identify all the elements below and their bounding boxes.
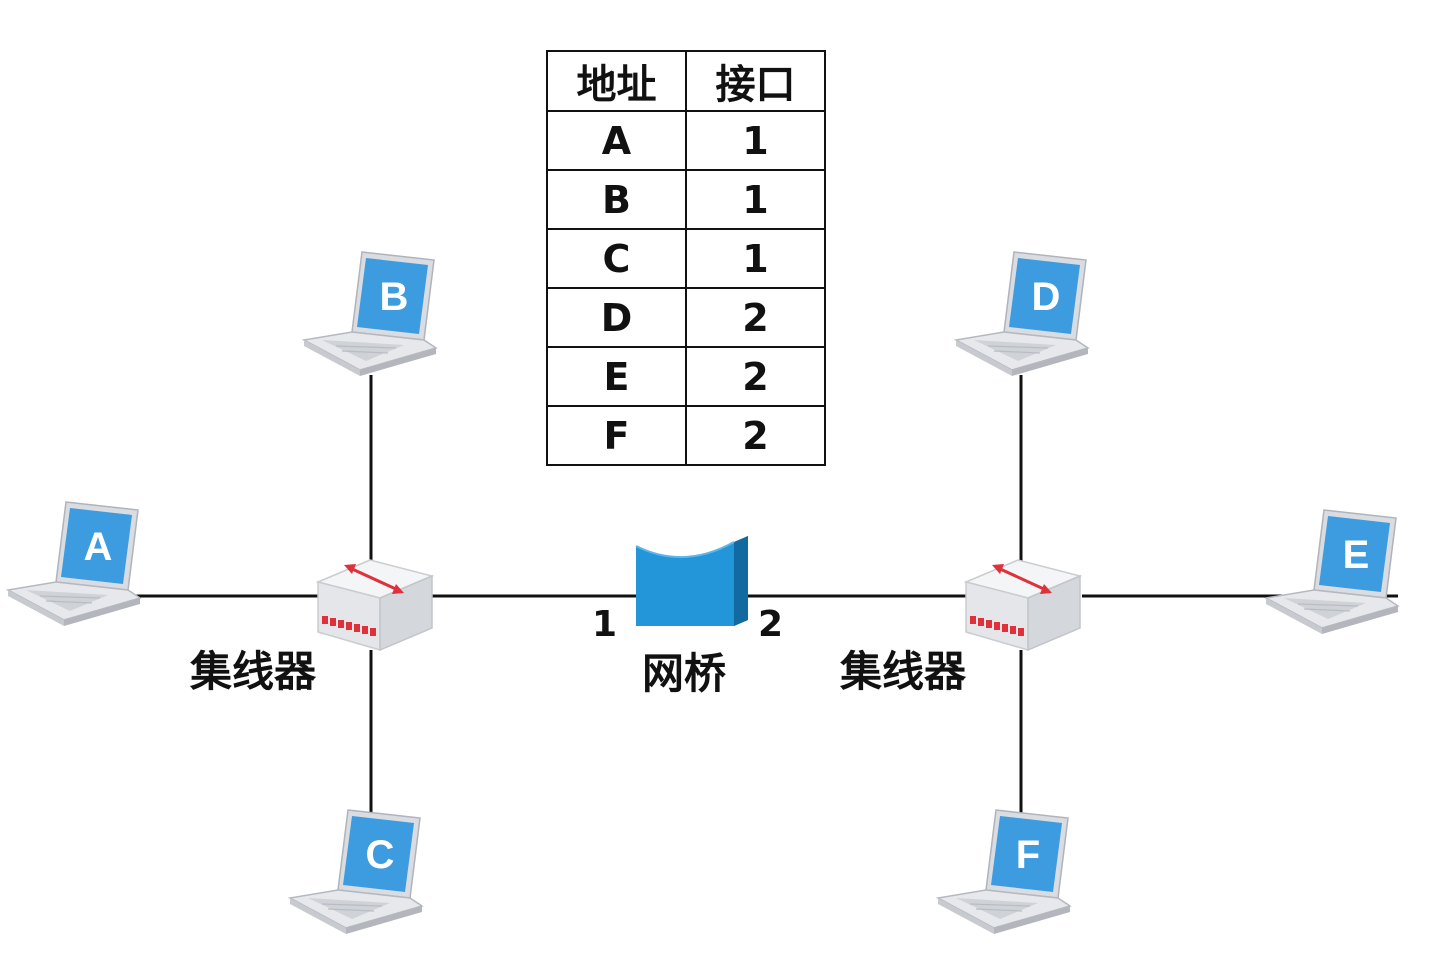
host-f: F (934, 806, 1074, 940)
host-e: E (1262, 506, 1402, 640)
host-label-e: E (1343, 533, 1370, 577)
laptop-icon: D (953, 251, 1090, 376)
bridge (630, 534, 754, 638)
network-diagram: 地址 接口 A 1 B 1 C 1 D 2 E 2 F 2 A B C D E … (0, 0, 1454, 962)
bridge-port-1-label: 1 (592, 604, 618, 645)
bridge-port-2-label: 2 (758, 604, 784, 645)
table-cell-address: E (546, 346, 687, 407)
table-cell-address: A (546, 110, 687, 171)
table-cell-address: F (546, 405, 687, 466)
table-header-interface: 接口 (685, 50, 826, 112)
table-header-address: 地址 (546, 50, 687, 112)
host-c: C (286, 806, 426, 940)
laptop-icon: E (1263, 509, 1400, 634)
table-cell-address: C (546, 228, 687, 289)
table-row: C 1 (546, 228, 826, 289)
laptop-icon: C (287, 809, 424, 934)
hub-icon (963, 559, 1083, 652)
table-cell-address: B (546, 169, 687, 230)
host-label-a: A (84, 525, 113, 569)
bridge-label: 网桥 (642, 649, 727, 698)
laptop-icon: F (935, 809, 1072, 934)
table-cell-interface: 2 (685, 346, 826, 407)
bridge-icon (635, 536, 748, 626)
table-row: A 1 (546, 110, 826, 171)
host-label-c: C (366, 833, 395, 877)
table-header-row: 地址 接口 (546, 50, 826, 112)
host-a: A (4, 498, 144, 632)
table-row: B 1 (546, 169, 826, 230)
host-label-d: D (1032, 275, 1061, 319)
table-cell-interface: 1 (685, 169, 826, 230)
laptop-icon: B (301, 251, 438, 376)
left-hub-label: 集线器 (190, 647, 317, 696)
right-hub-label: 集线器 (840, 647, 967, 696)
table-row: F 2 (546, 405, 826, 466)
host-label-f: F (1016, 833, 1040, 877)
table-cell-interface: 2 (685, 287, 826, 348)
forwarding-table: 地址 接口 A 1 B 1 C 1 D 2 E 2 F 2 (546, 50, 826, 466)
table-cell-address: D (546, 287, 687, 348)
host-b: B (300, 248, 440, 382)
right-hub (962, 546, 1084, 658)
table-row: E 2 (546, 346, 826, 407)
hub-icon (315, 559, 435, 652)
table-cell-interface: 2 (685, 405, 826, 466)
table-cell-interface: 1 (685, 110, 826, 171)
host-d: D (952, 248, 1092, 382)
host-label-b: B (380, 275, 409, 319)
laptop-icon: A (5, 501, 142, 626)
table-cell-interface: 1 (685, 228, 826, 289)
table-row: D 2 (546, 287, 826, 348)
left-hub (314, 546, 436, 658)
